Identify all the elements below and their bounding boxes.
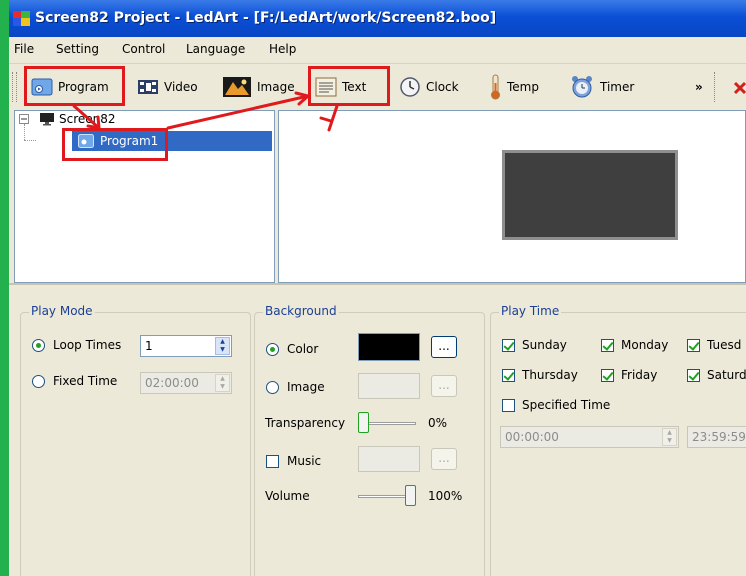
music-path-field [358, 446, 420, 472]
transparency-slider-thumb[interactable] [358, 412, 369, 433]
thursday-checkbox[interactable] [502, 369, 515, 382]
volume-slider-thumb[interactable] [405, 485, 416, 506]
spin-arrows-icon: ▲ ▼ [662, 428, 677, 446]
image-browse-button: ... [431, 375, 457, 397]
volume-value: 100% [428, 489, 463, 503]
music-checkbox[interactable] [266, 455, 279, 468]
saturday-label: Saturd [707, 368, 746, 382]
properties-panel: Play Mode Loop Times 1 ▲ ▼ Fixed Time 02:… [9, 283, 746, 576]
spin-arrows-icon: ▲ ▼ [215, 374, 230, 392]
fixed-time-label: Fixed Time [53, 374, 118, 388]
sunday-label: Sunday [522, 338, 567, 352]
friday-checkbox[interactable] [601, 369, 614, 382]
specified-time-label: Specified Time [522, 398, 611, 412]
app-window: Screen82 Project - LedArt - [F:/LedArt/w… [9, 0, 746, 576]
music-label: Music [287, 454, 322, 468]
specified-time-checkbox[interactable] [502, 399, 515, 412]
play-time-group: Play Time Sunday Monday Tuesd Thursday F… [490, 304, 746, 576]
color-radio[interactable] [266, 343, 279, 356]
color-swatch[interactable] [358, 333, 420, 361]
fixed-time-value: 02:00:00 [145, 376, 199, 390]
spin-arrows-icon[interactable]: ▲ ▼ [215, 337, 230, 355]
annotation-arrows-icon [72, 91, 339, 132]
thursday-label: Thursday [522, 368, 578, 382]
background-group: Background Color ... Image ... Transpare… [254, 304, 485, 576]
tuesday-label: Tuesd [707, 338, 742, 352]
play-mode-title: Play Mode [29, 304, 95, 318]
loop-times-input[interactable]: 1 ▲ ▼ [140, 335, 232, 357]
start-time-input: 00:00:00 ▲ ▼ [500, 426, 679, 448]
saturday-checkbox[interactable] [687, 369, 700, 382]
play-mode-group: Play Mode Loop Times 1 ▲ ▼ Fixed Time 02:… [20, 304, 251, 576]
loop-times-radio[interactable] [32, 339, 45, 352]
fixed-time-radio[interactable] [32, 375, 45, 388]
music-browse-button: ... [431, 448, 457, 470]
end-time-value: 23:59:59 [692, 430, 746, 444]
background-title: Background [263, 304, 339, 318]
color-label: Color [287, 342, 319, 356]
start-time-value: 00:00:00 [505, 430, 559, 444]
sunday-checkbox[interactable] [502, 339, 515, 352]
color-browse-button[interactable]: ... [431, 336, 457, 358]
transparency-value: 0% [428, 416, 448, 430]
transparency-label: Transparency [265, 416, 346, 430]
image-label: Image [287, 380, 325, 394]
monday-label: Monday [621, 338, 669, 352]
tuesday-checkbox[interactable] [687, 339, 700, 352]
play-time-title: Play Time [499, 304, 562, 318]
image-path-field [358, 373, 420, 399]
fixed-time-input[interactable]: 02:00:00 ▲ ▼ [140, 372, 232, 394]
loop-times-label: Loop Times [53, 338, 122, 352]
volume-label: Volume [265, 489, 310, 503]
monday-checkbox[interactable] [601, 339, 614, 352]
end-time-input: 23:59:59 [687, 426, 746, 448]
loop-times-value: 1 [145, 339, 153, 353]
image-radio[interactable] [266, 381, 279, 394]
friday-label: Friday [621, 368, 658, 382]
